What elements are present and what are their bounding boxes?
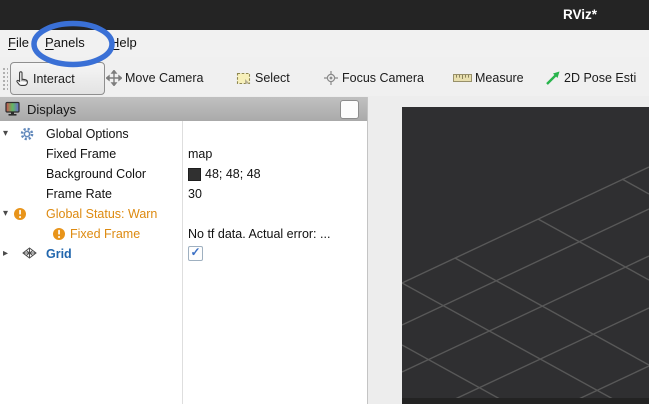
row-label: Frame Rate [46,184,112,204]
fixed-frame-value[interactable]: map [188,144,212,164]
frame-rate-value[interactable]: 30 [188,184,202,204]
grid-enabled-checkbox[interactable]: ✓ [188,246,203,261]
selection-box-icon [236,70,252,86]
warning-icon [13,207,27,221]
displays-panel: Displays ▾ Global Options Fixed Frame [0,97,368,404]
ruler-icon [453,70,472,86]
menu-panels-rest: anels [54,35,85,50]
value-text: map [188,144,212,164]
gear-icon [20,127,34,141]
row-label: Global Status: Warn [46,204,157,224]
menu-file-accel: F [8,35,16,50]
expand-arrow-icon[interactable]: ▾ [3,124,15,144]
status-message: No tf data. Actual error: ... [188,224,330,244]
menu-help-rest: elp [119,35,136,50]
grid-icon [22,247,37,259]
interact-tool-label: Interact [33,72,75,86]
toolbar-grip-handle[interactable] [2,67,8,91]
pose-estimate-tool[interactable]: 2D Pose Esti [545,62,636,94]
menu-file-rest: ile [16,35,29,50]
ground-grid [402,107,649,404]
render-viewport[interactable] [402,107,649,404]
panel-detach-button[interactable] [340,100,359,119]
select-tool[interactable]: Select [236,62,290,94]
collapse-arrow-icon[interactable]: ▸ [3,244,15,264]
move-arrows-icon [106,70,122,86]
measure-tool[interactable]: Measure [453,62,524,94]
tree-row-background-color[interactable]: Background Color 48; 48; 48 [0,164,367,184]
menu-file[interactable]: File [8,30,29,56]
pose-arrow-icon [545,70,561,86]
menu-help-accel: H [110,35,119,50]
background-color-value[interactable]: 48; 48; 48 [188,164,261,184]
menu-help[interactable]: Help [110,30,137,56]
row-label: Background Color [46,164,146,184]
row-label: Fixed Frame [70,224,140,244]
move-camera-tool[interactable]: Move Camera [106,62,204,94]
warning-icon [52,227,66,241]
displays-panel-title: Displays [27,102,76,117]
color-swatch [188,168,201,181]
main-area: Displays ▾ Global Options Fixed Frame [0,96,649,404]
menu-bar: File Panels Help [0,30,649,58]
rviz-window: RViz* File Panels Help Interact Move Cam… [0,0,649,404]
value-text: No tf data. Actual error: ... [188,224,330,244]
row-label: Global Options [46,124,129,144]
row-label: Fixed Frame [46,144,116,164]
hand-pointer-icon [14,71,30,87]
value-text: 30 [188,184,202,204]
title-bar: RViz* [0,0,649,30]
row-label: Grid [46,244,72,264]
select-label: Select [255,71,290,85]
interact-tool-button[interactable]: Interact [10,62,105,95]
displays-tree: ▾ Global Options Fixed Frame map Backgro… [0,121,367,404]
tree-row-grid[interactable]: ▸ Grid ✓ [0,244,367,264]
focus-camera-label: Focus Camera [342,71,424,85]
monitor-icon [5,101,21,117]
focus-camera-tool[interactable]: Focus Camera [323,62,424,94]
tree-row-global-options[interactable]: ▾ Global Options [0,124,367,144]
crosshair-icon [323,70,339,86]
menu-panels[interactable]: Panels [45,30,85,56]
tree-row-frame-rate[interactable]: Frame Rate 30 [0,184,367,204]
value-text: 48; 48; 48 [205,164,261,184]
measure-label: Measure [475,71,524,85]
tree-row-fixed-frame[interactable]: Fixed Frame map [0,144,367,164]
tree-row-status-fixed-frame[interactable]: Fixed Frame No tf data. Actual error: ..… [0,224,367,244]
menu-panels-accel: P [45,35,54,50]
tree-row-global-status[interactable]: ▾ Global Status: Warn [0,204,367,224]
move-camera-label: Move Camera [125,71,204,85]
checkmark-icon: ✓ [189,243,202,261]
displays-panel-header: Displays [0,97,367,121]
pose-estimate-label: 2D Pose Esti [564,71,636,85]
window-title: RViz* [563,0,597,30]
